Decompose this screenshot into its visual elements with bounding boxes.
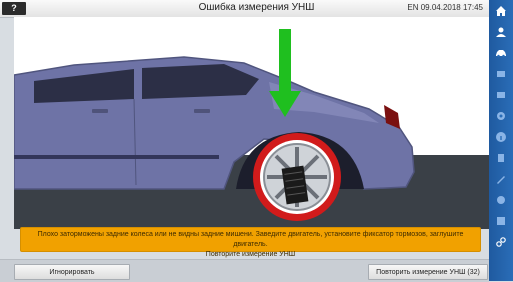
settings-icon[interactable] [492, 108, 510, 124]
home-icon[interactable] [492, 3, 510, 19]
repeat-measurement-button[interactable]: Повторить измерение УНШ (32) [368, 264, 488, 280]
title-bar: ? Ошибка измерения УНШ EN 09.04.2018 17:… [0, 0, 513, 18]
link-icon[interactable] [492, 234, 510, 250]
camera-icon[interactable] [492, 192, 510, 208]
car-icon[interactable] [492, 45, 510, 61]
vehicle-scene [14, 17, 489, 229]
status-datetime: EN 09.04.2018 17:45 [407, 3, 483, 12]
footer-bar: Игнорировать Повторить измерение УНШ (32… [0, 259, 489, 282]
ignore-button[interactable]: Игнорировать [14, 264, 130, 280]
error-message-line1: Плохо заторможены задние колеса или не в… [37, 231, 464, 248]
list-icon[interactable] [492, 150, 510, 166]
table-icon[interactable] [492, 213, 510, 229]
info-icon[interactable] [492, 129, 510, 145]
sidebar [489, 0, 513, 281]
chart-icon[interactable] [492, 87, 510, 103]
user-icon[interactable] [492, 24, 510, 40]
tools-icon[interactable] [492, 171, 510, 187]
monitor-icon[interactable] [492, 66, 510, 82]
error-message: Плохо заторможены задние колеса или не в… [20, 227, 481, 258]
